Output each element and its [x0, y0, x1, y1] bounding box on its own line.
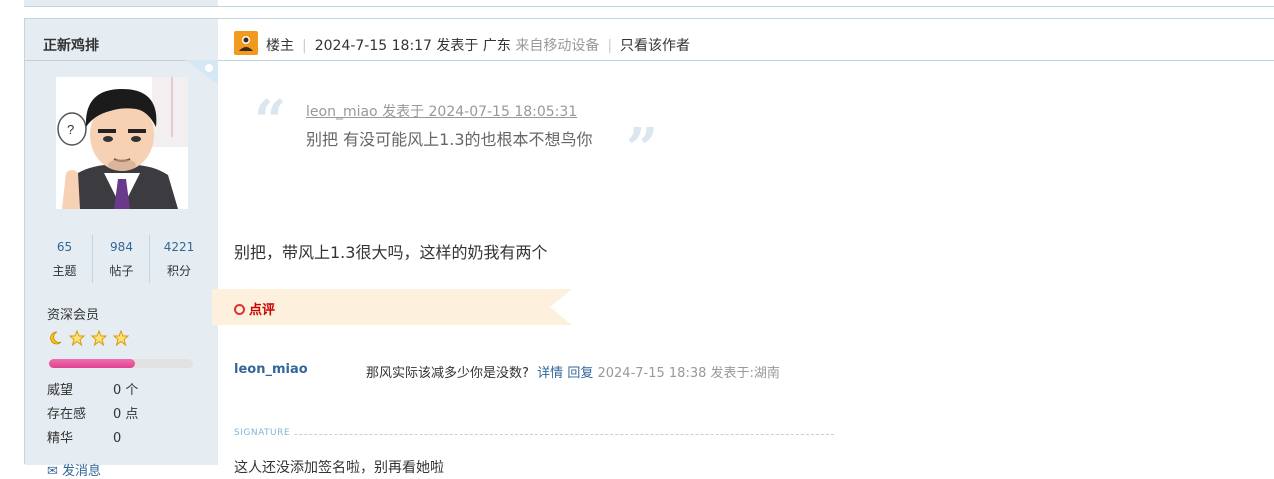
grade-progress-fill: [49, 359, 136, 368]
author-sidebar: 正新鸡排 ? 65 主题 984 帖子 4221 积分 资深会员 威望 0 个 …: [25, 19, 218, 479]
moon-icon: [47, 330, 63, 346]
stat-credits[interactable]: 4221 积分: [151, 235, 207, 283]
review-label[interactable]: 点评: [234, 299, 275, 318]
comment-text: 那风实际该减多少你是没数?: [366, 366, 529, 381]
post-time: 2024-7-15 18:17: [314, 38, 432, 54]
comment-reply-link[interactable]: 回复: [567, 366, 593, 381]
star-icon: [68, 329, 86, 347]
post: 正新鸡排 ? 65 主题 984 帖子 4221 积分 资深会员 威望 0 个 …: [24, 18, 1274, 479]
comment-detail-link[interactable]: 详情: [537, 366, 563, 381]
post-main: 楼主 | 2024-7-15 18:17 发表于 广东 来自移动设备 | 只看该作者 “…: [212, 19, 1274, 476]
author-stats: 65 主题 984 帖子 4221 积分: [37, 235, 207, 283]
open-quote-icon: “: [254, 88, 287, 154]
op-label: 楼主: [266, 38, 294, 54]
svg-text:?: ?: [67, 122, 74, 137]
quote-text: 别把 有没可能风上1.3的也根本不想鸟你: [306, 130, 593, 149]
star-icon: [112, 329, 130, 347]
top-strip: [0, 0, 1274, 8]
quote-block: “ leon_miao 发表于 2024-07-15 18:05:31 别把 有…: [254, 93, 674, 183]
quote-meta[interactable]: leon_miao 发表于 2024-07-15 18:05:31: [306, 101, 577, 121]
comment-row: 那风实际该减多少你是没数? 详情 回复 2024-7-15 18:38 发表于:…: [366, 362, 780, 381]
author-name[interactable]: 正新鸡排: [43, 35, 99, 55]
signature-label: SIGNATURE: [234, 428, 295, 438]
grade-progress-bar: [49, 359, 193, 368]
signature-divider: SIGNATURE: [234, 428, 834, 440]
attr-digest: 精华 0: [47, 431, 122, 446]
post-header-text: 楼主 | 2024-7-15 18:17 发表于 广东 来自移动设备 | 只看该作者: [266, 38, 691, 54]
close-quote-icon: ”: [626, 116, 659, 182]
attr-prestige: 威望 0 个: [47, 383, 139, 398]
review-icon: [234, 304, 245, 315]
avatar[interactable]: ?: [56, 77, 188, 209]
signature-text: 这人还没添加签名啦，别再看她啦: [234, 460, 444, 476]
post-location: 广东: [482, 38, 511, 54]
send-message-link[interactable]: ✉ 发消息: [47, 460, 101, 479]
comment-meta: 2024-7-15 18:38 发表于:湖南: [597, 366, 780, 381]
device-label: 来自移动设备: [515, 38, 600, 54]
comment-user[interactable]: leon_miao: [234, 362, 308, 377]
only-author-link[interactable]: 只看该作者: [620, 38, 690, 54]
message-icon: ✉: [47, 464, 58, 479]
post-body: 别把，带风上1.3很大吗，这样的奶我有两个: [234, 243, 548, 262]
grade-stars: [47, 329, 130, 348]
avatar-image: ?: [56, 77, 188, 209]
op-badge-icon: [234, 31, 258, 55]
stat-topics[interactable]: 65 主题: [37, 235, 93, 283]
review-banner: 点评: [212, 289, 572, 325]
user-grade[interactable]: 资深会员: [47, 304, 99, 323]
post-header: 楼主 | 2024-7-15 18:17 发表于 广东 来自移动设备 | 只看该作者: [218, 19, 1274, 61]
stat-posts[interactable]: 984 帖子: [94, 235, 150, 283]
star-icon: [90, 329, 108, 347]
attr-presence: 存在感 0 点: [47, 407, 139, 422]
online-corner-icon: [185, 60, 218, 85]
